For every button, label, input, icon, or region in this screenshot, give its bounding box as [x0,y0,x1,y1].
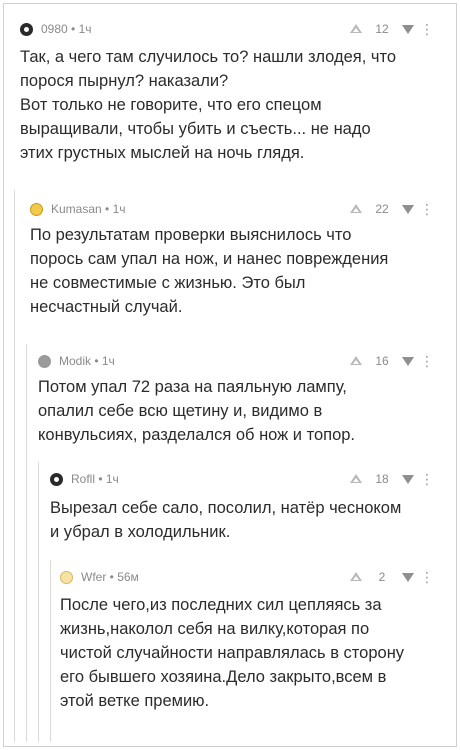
upvote-icon[interactable] [350,572,362,582]
score: 22 [375,202,389,216]
more-options-icon[interactable]: ⋮ [414,202,440,216]
comment-text: Потом упал 72 раза на паяльную лампу, оп… [38,378,356,444]
more-options-icon[interactable]: ⋮ [414,22,440,36]
upvote-icon[interactable] [350,356,362,366]
upvote-icon[interactable] [350,204,362,214]
upvote-icon[interactable] [350,474,362,484]
score: 2 [378,570,386,584]
comment-text: По результатам проверки выяснилось что п… [30,226,389,316]
avatar[interactable] [60,570,73,584]
more-options-icon[interactable]: ⋮ [414,354,440,368]
comment-text: Вырезал себе сало, посолил, натёр чеснок… [50,499,402,541]
thread-line[interactable] [50,560,51,742]
downvote-icon[interactable] [402,24,414,34]
author-and-time[interactable]: Kumasan • 1ч [51,202,126,216]
vote-controls: 2 ⋮ [350,566,440,588]
score: 12 [375,22,389,36]
upvote-icon[interactable] [350,24,362,34]
thread-line[interactable] [14,190,15,742]
thread-line[interactable] [38,462,39,742]
thread-line[interactable] [26,344,27,742]
score: 18 [375,472,389,486]
more-options-icon[interactable]: ⋮ [414,472,440,486]
downvote-icon[interactable] [402,356,414,366]
avatar[interactable] [38,354,51,368]
comment-text: После чего,из последних сил цепляясь за … [60,596,405,710]
vote-controls: 18 ⋮ [350,468,440,490]
author-and-time[interactable]: Wfer • 56м [81,570,139,584]
avatar[interactable] [50,472,63,486]
avatar[interactable] [20,22,33,36]
author-and-time[interactable]: Rofll • 1ч [71,472,119,486]
more-options-icon[interactable]: ⋮ [414,570,440,584]
downvote-icon[interactable] [402,204,414,214]
vote-controls: 16 ⋮ [350,350,440,372]
author-and-time[interactable]: 0980 • 1ч [41,22,92,36]
comment-text: Так, а чего там случилось то? нашли злод… [20,48,397,162]
vote-controls: 12 ⋮ [350,18,440,40]
vote-controls: 22 ⋮ [350,198,440,220]
score: 16 [375,354,389,368]
downvote-icon[interactable] [402,474,414,484]
avatar[interactable] [30,202,43,216]
downvote-icon[interactable] [402,572,414,582]
author-and-time[interactable]: Modik • 1ч [59,354,115,368]
